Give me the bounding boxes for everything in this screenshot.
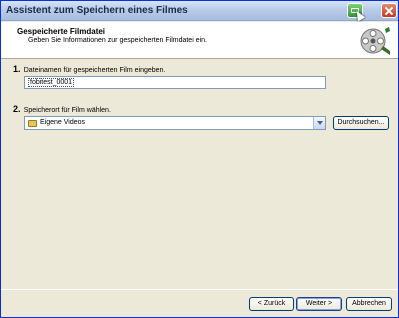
step-1-label: Dateinamen für gespeicherten Film eingeb…: [23, 67, 166, 74]
save-location-select[interactable]: Eigene Videos: [24, 116, 326, 130]
footer-divider: [1, 289, 398, 290]
step-2: 2. Speicherort für Film wählen.: [13, 104, 111, 114]
filename-value: fobitest_0001: [28, 78, 75, 87]
page-subtitle: Geben Sie Informationen zur gespeicherte…: [28, 37, 207, 44]
film-reel-icon: [360, 27, 390, 55]
page-title: Gespeicherte Filmdatei: [17, 27, 106, 36]
title-bar[interactable]: Assistent zum Speichern eines Filmes: [1, 1, 398, 22]
close-icon[interactable]: [381, 3, 397, 18]
step-1: 1. Dateinamen für gespeicherten Film ein…: [13, 64, 165, 74]
cancel-button[interactable]: Abbrechen: [346, 297, 392, 311]
dropdown-arrow-icon[interactable]: [313, 117, 325, 129]
filename-input[interactable]: fobitest_0001: [24, 76, 326, 89]
next-button[interactable]: Weiter >: [296, 297, 342, 311]
step-2-label: Speicherort für Film wählen.: [23, 107, 111, 114]
save-location-value: Eigene Videos: [40, 119, 86, 126]
step-1-number: 1.: [13, 64, 21, 74]
browse-button[interactable]: Durchsuchen...: [333, 116, 389, 130]
mouse-cursor-icon: [353, 8, 365, 22]
back-button[interactable]: < Zurück: [249, 297, 294, 311]
dialog-window: Assistent zum Speichern eines Filmes Ges…: [0, 0, 399, 318]
window-title: Assistent zum Speichern eines Filmes: [6, 5, 188, 16]
folder-icon: [28, 120, 37, 127]
step-2-number: 2.: [13, 104, 21, 114]
wizard-header: Gespeicherte Filmdatei Geben Sie Informa…: [1, 22, 398, 59]
